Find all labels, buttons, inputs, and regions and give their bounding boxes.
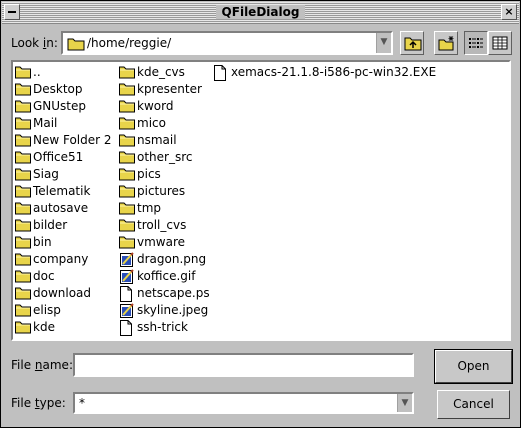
item-label: doc [33,269,55,283]
folder-icon [15,252,31,269]
folder-icon [67,38,85,51]
folder-icon [15,320,31,337]
item-label: ssh-trick [137,320,188,334]
item-label: troll_cvs [137,218,187,232]
file-list[interactable]: .. Desktop GNUstep Mail New Folder 2 Office51… [11,60,511,341]
new-folder-icon [438,36,454,51]
item-label: bilder [33,218,68,232]
folder-icon [119,201,135,218]
file-type-value: * [79,396,85,410]
folder-icon [15,286,31,303]
item-label: Siag [33,167,59,181]
title-bar[interactable]: QFileDialog × [2,2,519,24]
folder-icon [15,218,31,235]
parent-directory-button[interactable] [400,31,424,55]
folder-icon [15,303,31,320]
item-label: elisp [33,303,61,317]
new-folder-button[interactable] [434,31,458,55]
folder-icon [15,235,31,252]
folder-icon [15,184,31,201]
chevron-down-icon[interactable]: ▼ [397,394,412,412]
folder-icon [119,133,135,150]
folder-icon [119,167,135,184]
item-label: Telematik [33,184,91,198]
detail-view-icon [492,36,508,50]
item-label: netscape.ps [137,286,210,300]
look-in-path: /home/reggie/ [87,36,172,50]
item-label: xemacs-21.1.8-i586-pc-win32.EXE [231,65,437,79]
file-icon [213,65,227,84]
folder-icon [119,99,135,116]
cancel-button[interactable]: Cancel [437,390,510,419]
item-label: autosave [33,201,89,215]
list-view-button[interactable] [464,31,488,55]
detail-view-button[interactable] [488,31,512,55]
folder-icon [15,133,31,150]
folder-icon [15,99,31,116]
folder-icon [15,65,31,82]
window-title: QFileDialog [215,5,306,19]
folder-icon [119,235,135,252]
file-dialog-window: QFileDialog × Look in: /home/reggie/ ▼ .… [0,0,521,428]
folder-icon [119,65,135,82]
file-name-label: File name: [11,358,73,372]
item-label: GNUstep [33,99,87,113]
item-label: Mail [33,116,58,130]
item-label: koffice.gif [137,269,196,283]
item-label: New Folder 2 [33,133,112,147]
item-label: dragon.png [137,252,207,266]
item-label: kde [33,320,55,334]
item-label: download [33,286,92,300]
look-in-label: Look in: [11,36,58,50]
open-button[interactable]: Open [434,349,513,384]
look-in-combo[interactable]: /home/reggie/ ▼ [61,31,393,55]
item-label: tmp [137,201,162,215]
item-label: nsmail [137,133,177,147]
folder-icon [15,269,31,286]
item-label: .. [33,65,41,79]
item-label: vmware [137,235,186,249]
window-menu-icon[interactable] [4,4,20,20]
list-view-icon [469,38,483,48]
folder-icon [119,218,135,235]
file-type-label: File type: [11,396,66,410]
folder-icon [15,167,31,184]
item-label: Office51 [33,150,84,164]
item-label: bin [33,235,52,249]
folder-icon [119,150,135,167]
folder-up-icon [404,37,422,51]
item-label: kpresenter [137,82,202,96]
item-label: kde_cvs [137,65,185,79]
item-label: pictures [137,184,186,198]
item-label: mico [137,116,166,130]
file-type-combo[interactable]: * ▼ [73,392,414,414]
chevron-down-icon[interactable]: ▼ [376,33,391,53]
folder-icon [15,201,31,218]
folder-icon [119,116,135,133]
folder-icon [119,184,135,201]
folder-icon [15,150,31,167]
file-icon [119,320,133,339]
folder-icon [119,82,135,99]
item-label: company [33,252,89,266]
item-label: kword [137,99,174,113]
folder-icon [15,116,31,133]
item-label: skyline.jpeg [137,303,209,317]
item-label: pics [137,167,161,181]
item-label: Desktop [33,82,83,96]
file-name-input[interactable] [73,353,414,377]
close-icon[interactable]: × [501,4,517,20]
item-label: other_src [137,150,193,164]
folder-icon [15,82,31,99]
